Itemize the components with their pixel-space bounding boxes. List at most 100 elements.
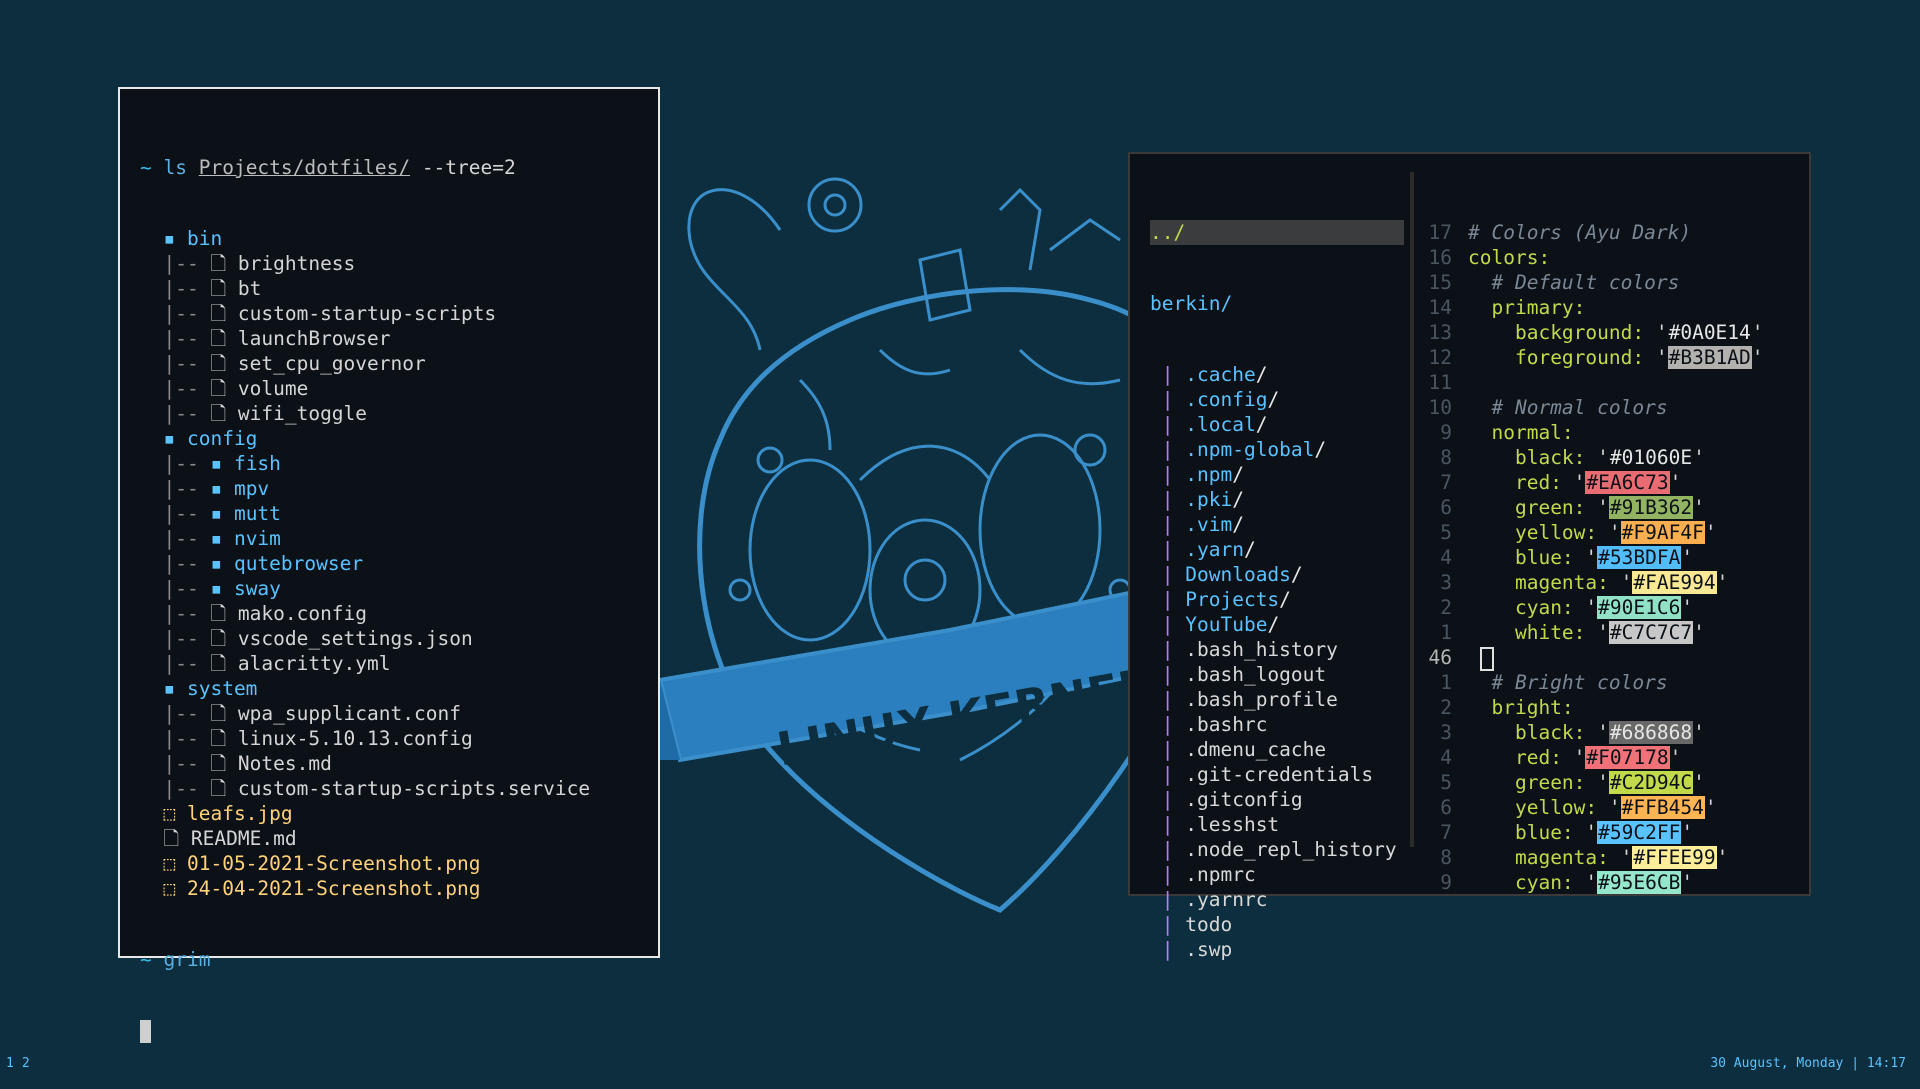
item-name: todo xyxy=(1185,913,1233,936)
dir-item[interactable]: | .npm/ xyxy=(1150,462,1404,487)
file-manager-window[interactable]: ../ berkin/ | .cache/ | .config/ | .loca… xyxy=(1128,152,1811,961)
yaml-key: magenta: xyxy=(1514,571,1609,594)
input-line[interactable] xyxy=(140,1018,648,1043)
file-item[interactable]: | .dmenu_cache xyxy=(1150,737,1404,762)
line-number: 8 xyxy=(1440,446,1452,469)
terminal-window[interactable]: ~ ls Projects/dotfiles/ --tree=2 ▪ bin |… xyxy=(118,87,660,1043)
parent-dir-item[interactable]: ../ xyxy=(1150,220,1404,245)
tree-branch xyxy=(140,877,163,900)
item-name: .bashrc xyxy=(1185,713,1268,736)
dir-item[interactable]: | .config/ xyxy=(1150,387,1404,412)
yaml-key: green: xyxy=(1514,496,1586,519)
editor-line: 3 black: '#686868' xyxy=(1416,720,1806,745)
separator: | xyxy=(1851,1056,1860,1071)
file-item[interactable]: | .swp xyxy=(1150,937,1404,962)
color-value: #59C2FF xyxy=(1597,821,1682,844)
file-item[interactable]: | .bashrc xyxy=(1150,712,1404,737)
tree-pipe: | xyxy=(1161,388,1174,411)
tree-entry-name: launchBrowser xyxy=(237,327,391,350)
status-bar: 12 30 August, Monday | 14:17 xyxy=(0,1052,1920,1080)
file-list-pane[interactable]: ../ berkin/ | .cache/ | .config/ | .loca… xyxy=(1150,174,1404,1008)
file-icon: 🗋 xyxy=(210,302,227,325)
tree-branch: |-- xyxy=(140,402,211,425)
tree-pipe: | xyxy=(1161,613,1174,636)
folder-icon: ▪ xyxy=(210,552,223,575)
tree-branch: |-- xyxy=(140,777,211,800)
item-name: .lesshst xyxy=(1185,813,1280,836)
dir-slash: / xyxy=(1255,413,1268,436)
editor-line: 7 blue: '#59C2FF' xyxy=(1416,820,1806,845)
file-item[interactable]: | .npmrc xyxy=(1150,862,1404,887)
image-icon: ⬚ xyxy=(163,877,176,900)
file-item[interactable]: | .yarnrc xyxy=(1150,887,1404,912)
line-number: 6 xyxy=(1440,796,1452,819)
yaml-key: yellow: xyxy=(1514,796,1598,819)
yaml-key: black: xyxy=(1514,721,1586,744)
color-value: #C7C7C7 xyxy=(1608,621,1694,644)
line-number: 7 xyxy=(1440,471,1452,494)
tree-pipe: | xyxy=(1161,763,1174,786)
preview-pane[interactable]: 17 # Colors (Ayu Dark) 16 colors: 15 # Defau… xyxy=(1416,174,1806,941)
dir-item[interactable]: | Downloads/ xyxy=(1150,562,1404,587)
dir-item[interactable]: | .yarn/ xyxy=(1150,537,1404,562)
line-number: 5 xyxy=(1440,521,1452,544)
item-name: .pki xyxy=(1185,488,1233,511)
file-item[interactable]: | .bash_history xyxy=(1150,637,1404,662)
tree-pipe: | xyxy=(1161,413,1174,436)
tree-entry-name: leafs.jpg xyxy=(186,802,293,825)
file-item[interactable]: | .node_repl_history xyxy=(1150,837,1404,862)
yaml-key: cyan: xyxy=(1514,596,1574,619)
tree-row: |-- 🗋 linux-5.10.13.config xyxy=(140,726,648,751)
tree-entry-name: linux-5.10.13.config xyxy=(237,727,473,750)
workspace-2[interactable]: 2 xyxy=(22,1056,30,1071)
line-number: 13 xyxy=(1428,321,1452,344)
file-item[interactable]: | .bash_logout xyxy=(1150,662,1404,687)
dir-item[interactable]: | .local/ xyxy=(1150,412,1404,437)
yaml-key: foreground: xyxy=(1514,346,1645,369)
item-name: .local xyxy=(1185,413,1256,436)
line-number: 7 xyxy=(1440,821,1452,844)
tree-row: |-- ▪ sway xyxy=(140,576,648,601)
tree-pipe: | xyxy=(1161,488,1174,511)
dir-item[interactable]: | .pki/ xyxy=(1150,487,1404,512)
file-icon: 🗋 xyxy=(210,252,227,275)
line-number: 4 xyxy=(1440,746,1452,769)
dir-item[interactable]: | .cache/ xyxy=(1150,362,1404,387)
folder-icon: ▪ xyxy=(210,502,223,525)
tree-entry-name: custom-startup-scripts.service xyxy=(237,777,591,800)
workspace-1[interactable]: 1 xyxy=(6,1056,14,1071)
file-icon: 🗋 xyxy=(210,352,227,375)
tree-entry-name: 24-04-2021-Screenshot.png xyxy=(186,877,481,900)
tree-branch: |-- xyxy=(140,752,211,775)
editor-line: 6 green: '#91B362' xyxy=(1416,495,1806,520)
file-item[interactable]: | .git-credentials xyxy=(1150,762,1404,787)
tree-row: ⬚ 24-04-2021-Screenshot.png xyxy=(140,876,648,901)
tree-branch: |-- xyxy=(140,727,211,750)
item-name: .bash_logout xyxy=(1185,663,1327,686)
tree-pipe: | xyxy=(1161,888,1174,911)
tree-entry-name: alacritty.yml xyxy=(237,652,391,675)
tree-pipe: | xyxy=(1161,738,1174,761)
dir-slash: / xyxy=(1232,513,1244,536)
dir-item[interactable]: | .npm-global/ xyxy=(1150,437,1404,462)
item-name: .vim xyxy=(1185,513,1233,536)
file-item[interactable]: | .gitconfig xyxy=(1150,787,1404,812)
dir-item[interactable]: | .vim/ xyxy=(1150,512,1404,537)
prompt-symbol: ~ xyxy=(140,948,152,971)
tree-pipe: | xyxy=(1161,938,1174,961)
tree-row: ⬚ 01-05-2021-Screenshot.png xyxy=(140,851,648,876)
command-line-2: ~ grim xyxy=(140,947,648,972)
dir-item[interactable]: | Projects/ xyxy=(1150,587,1404,612)
editor-line: 1 # Bright colors xyxy=(1416,670,1806,695)
current-dir-item[interactable]: berkin/ xyxy=(1150,291,1404,316)
file-item[interactable]: | .lesshst xyxy=(1150,812,1404,837)
file-item[interactable]: | todo xyxy=(1150,912,1404,937)
tree-entry-name: config xyxy=(186,427,258,450)
file-item[interactable]: | .bash_profile xyxy=(1150,687,1404,712)
dir-item[interactable]: | YouTube/ xyxy=(1150,612,1404,637)
item-name: .swp xyxy=(1185,938,1233,961)
command-name: grim xyxy=(163,948,211,971)
yaml-key: green: xyxy=(1514,771,1586,794)
